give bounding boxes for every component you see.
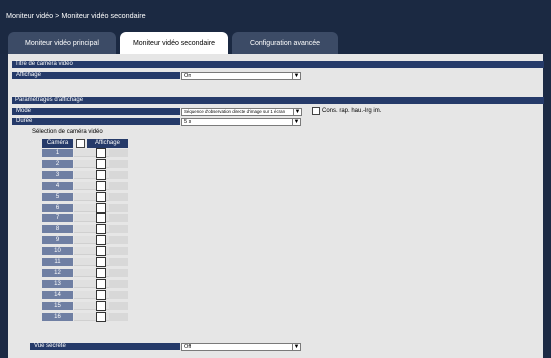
display-column-header: Affichage (87, 139, 128, 148)
camera-number: 8 (42, 225, 73, 233)
mode-select[interactable]: Séquence d'observation directe d'image s… (181, 108, 302, 116)
display-select[interactable]: On ▼ (181, 72, 301, 80)
camera-number: 5 (42, 193, 73, 201)
camera-display-cell-extra (109, 149, 128, 157)
camera-display-checkbox[interactable] (96, 170, 106, 180)
mode-label: Mode (12, 108, 180, 115)
camera-number: 10 (42, 247, 73, 255)
chevron-down-icon: ▼ (292, 73, 300, 79)
section-display-settings: Paramétrages d'affichage (12, 97, 544, 104)
camera-display-checkbox[interactable] (96, 148, 106, 158)
chevron-down-icon: ▼ (293, 109, 301, 115)
tab-bar: Moniteur vidéo principal Moniteur vidéo … (0, 29, 551, 54)
camera-display-checkbox[interactable] (96, 279, 106, 289)
camera-display-cell-extra (109, 171, 128, 179)
camera-display-checkbox[interactable] (96, 312, 106, 322)
camera-display-cell-extra (109, 236, 128, 244)
select-all-checkbox[interactable] (76, 139, 85, 148)
camera-number: 15 (42, 302, 73, 310)
camera-display-cell-extra (109, 269, 128, 277)
camera-display-checkbox[interactable] (96, 235, 106, 245)
camera-display-cell-extra (109, 291, 128, 299)
aspect-ratio-label: Cons. rap. hau.-lrg im. (322, 108, 382, 114)
camera-number: 1 (42, 149, 73, 157)
chevron-down-icon: ▼ (292, 344, 300, 350)
camera-number: 9 (42, 236, 73, 244)
camera-display-cell-extra (109, 193, 128, 201)
aspect-ratio-checkbox[interactable] (312, 107, 320, 115)
camera-display-checkbox[interactable] (96, 224, 106, 234)
camera-number: 11 (42, 258, 73, 266)
camera-display-checkbox[interactable] (96, 213, 106, 223)
camera-display-checkbox[interactable] (96, 246, 106, 256)
camera-display-cell-extra (109, 258, 128, 266)
duration-label: Durée (12, 118, 180, 125)
tab-moniteur-principal[interactable]: Moniteur vidéo principal (8, 32, 116, 54)
camera-number: 12 (42, 269, 73, 277)
camera-display-checkbox[interactable] (96, 257, 106, 267)
camera-display-checkbox[interactable] (96, 181, 106, 191)
camera-number: 14 (42, 291, 73, 299)
camera-display-cell-extra (109, 160, 128, 168)
camera-display-checkbox[interactable] (96, 203, 106, 213)
camera-number: 2 (42, 160, 73, 168)
camera-number: 16 (42, 313, 73, 321)
camera-display-checkbox[interactable] (96, 268, 106, 278)
camera-display-checkbox[interactable] (96, 290, 106, 300)
display-select-value: On (184, 73, 192, 79)
camera-display-cell-extra (109, 247, 128, 255)
camera-display-cell-extra (109, 280, 128, 288)
display-label: Affichage (12, 72, 180, 79)
duration-select-value: 5 s (184, 119, 192, 125)
tab-configuration-avancee[interactable]: Configuration avancée (232, 32, 338, 54)
camera-display-cell-extra (109, 204, 128, 212)
secret-view-select[interactable]: Off ▼ (181, 343, 301, 351)
camera-number: 13 (42, 280, 73, 288)
camera-selection-label: Sélection de caméra vidéo (32, 129, 103, 135)
camera-display-checkbox[interactable] (96, 159, 106, 169)
section-title-camera: Titre de caméra vidéo (12, 61, 544, 68)
camera-number: 4 (42, 182, 73, 190)
camera-display-cell-extra (109, 302, 128, 310)
mode-select-value: Séquence d'observation directe d'image s… (184, 109, 286, 114)
camera-number: 7 (42, 214, 73, 222)
secret-view-select-value: Off (184, 344, 192, 350)
camera-display-cell-extra (109, 313, 128, 321)
camera-number: 3 (42, 171, 73, 179)
camera-column-header: Caméra (42, 139, 73, 148)
camera-display-checkbox[interactable] (96, 301, 106, 311)
camera-display-cell-extra (109, 225, 128, 233)
title-bar: Moniteur vidéo > Moniteur vidéo secondai… (0, 0, 551, 29)
secret-view-label: Vue secrète (30, 343, 180, 350)
duration-select[interactable]: 5 s ▼ (181, 118, 301, 126)
camera-display-cell-extra (109, 182, 128, 190)
tab-moniteur-secondaire[interactable]: Moniteur vidéo secondaire (120, 32, 228, 54)
camera-display-cell-extra (109, 214, 128, 222)
camera-display-checkbox[interactable] (96, 192, 106, 202)
chevron-down-icon: ▼ (292, 119, 300, 125)
camera-number: 6 (42, 204, 73, 212)
breadcrumb: Moniteur vidéo > Moniteur vidéo secondai… (6, 11, 146, 20)
